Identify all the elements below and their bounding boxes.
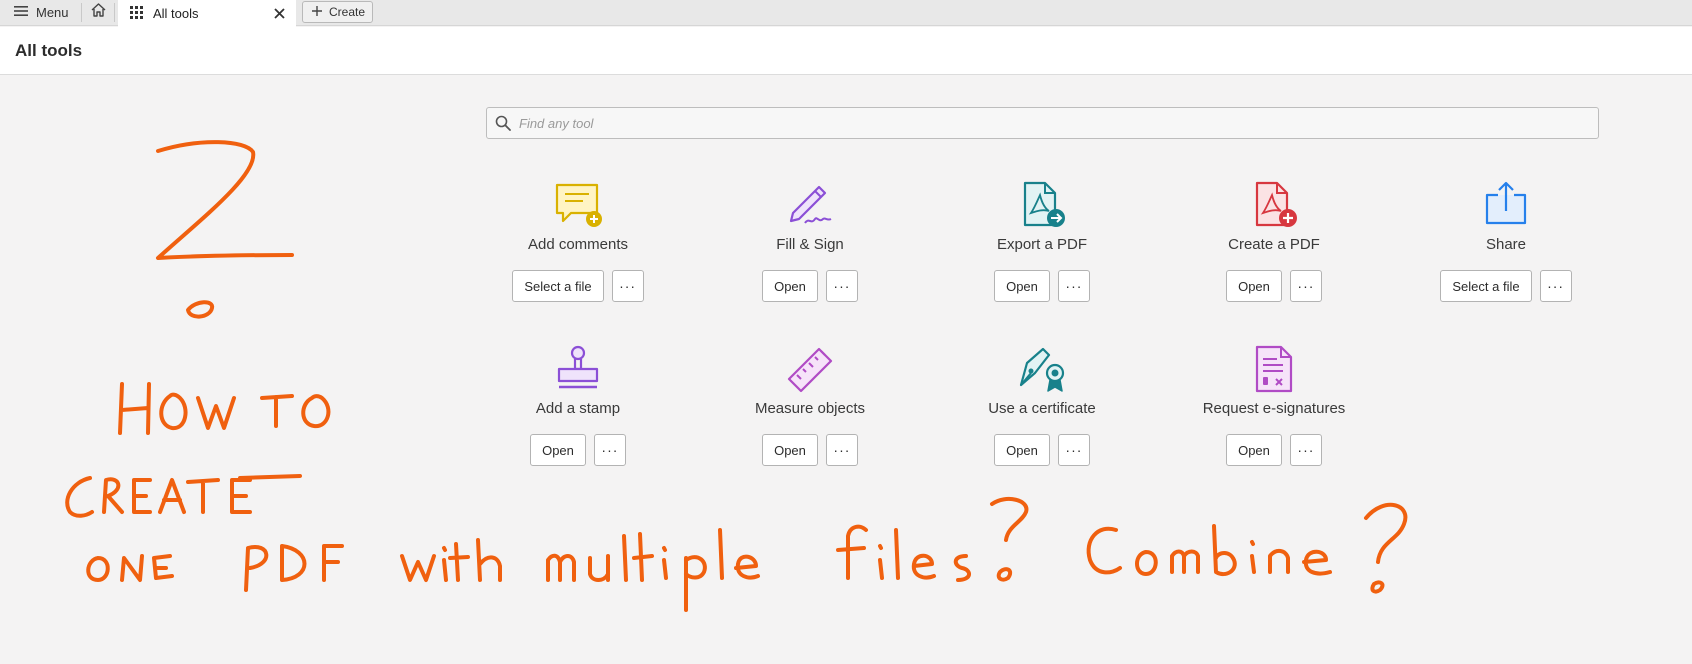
more-options-button[interactable]: ··· — [1289, 270, 1322, 302]
open-button[interactable]: Open — [1226, 434, 1282, 466]
tool-card-fill-sign: Fill & Sign Open ··· — [710, 180, 910, 330]
esign-request-icon[interactable] — [1249, 344, 1299, 394]
tool-name: Measure objects — [754, 400, 866, 417]
tool-name: Share — [1485, 236, 1527, 253]
page-title: All tools — [15, 41, 83, 60]
page-header: All tools — [0, 27, 1692, 75]
select-file-button[interactable]: Select a file — [1440, 270, 1532, 302]
open-button[interactable]: Open — [994, 434, 1050, 466]
tool-card-export-pdf: Export a PDF Open ··· — [942, 180, 1142, 330]
tab-all-tools[interactable]: All tools — [118, 0, 296, 27]
open-button[interactable]: Open — [994, 270, 1050, 302]
open-button[interactable]: Open — [762, 434, 818, 466]
plus-icon — [312, 5, 322, 19]
handwritten-annotation — [65, 140, 1408, 612]
tool-card-request-esignatures: Request e-signatures Open ··· — [1174, 344, 1374, 494]
select-file-button[interactable]: Select a file — [512, 270, 604, 302]
tool-card-measure-objects: Measure objects Open ··· — [710, 344, 910, 494]
search-input[interactable] — [519, 115, 1579, 131]
pen-sign-icon[interactable] — [785, 180, 835, 230]
tool-name: Add a stamp — [535, 400, 621, 417]
tool-card-add-comments: Add comments Select a file ··· — [478, 180, 678, 330]
hamburger-icon — [14, 5, 28, 20]
tool-name: Use a certificate — [988, 400, 1096, 417]
tool-card-create-pdf: Create a PDF Open ··· — [1174, 180, 1374, 330]
more-options-button[interactable]: ··· — [1539, 270, 1572, 302]
divider — [114, 3, 115, 22]
more-options-button[interactable]: ··· — [825, 434, 858, 466]
more-options-button[interactable]: ··· — [1289, 434, 1322, 466]
grid-icon — [130, 5, 143, 22]
open-button[interactable]: Open — [530, 434, 586, 466]
more-options-button[interactable]: ··· — [1057, 434, 1090, 466]
menu-button[interactable]: Menu — [6, 0, 77, 24]
open-button[interactable]: Open — [1226, 270, 1282, 302]
tool-name: Create a PDF — [1228, 236, 1320, 253]
home-icon — [90, 2, 107, 23]
share-icon[interactable] — [1481, 180, 1531, 230]
more-options-button[interactable]: ··· — [593, 434, 626, 466]
tool-name: Add comments — [527, 236, 629, 253]
certificate-pen-icon[interactable] — [1017, 344, 1067, 394]
create-label: Create — [329, 5, 366, 19]
tool-name: Export a PDF — [996, 236, 1088, 253]
open-button[interactable]: Open — [762, 270, 818, 302]
tool-card-share: Share Select a file ··· — [1406, 180, 1606, 330]
tool-name: Request e-signatures — [1202, 400, 1346, 417]
comment-add-icon[interactable] — [553, 180, 603, 230]
tab-label: All tools — [153, 6, 199, 21]
more-options-button[interactable]: ··· — [611, 270, 644, 302]
stamp-icon[interactable] — [553, 344, 603, 394]
ruler-icon[interactable] — [785, 344, 835, 394]
tool-card-add-stamp: Add a stamp Open ··· — [478, 344, 678, 494]
menu-label: Menu — [36, 4, 69, 20]
tool-search[interactable] — [486, 107, 1599, 139]
more-options-button[interactable]: ··· — [1057, 270, 1090, 302]
tool-name: Fill & Sign — [776, 236, 844, 253]
pdf-create-icon[interactable] — [1249, 180, 1299, 230]
home-button[interactable] — [86, 1, 110, 23]
more-options-button[interactable]: ··· — [825, 270, 858, 302]
create-tab-button[interactable]: Create — [302, 1, 373, 23]
search-icon — [487, 108, 519, 138]
divider — [81, 3, 82, 22]
tab-bar: Menu All tools Create — [0, 0, 1692, 27]
tool-card-use-certificate: Use a certificate Open ··· — [942, 344, 1142, 494]
close-icon[interactable] — [270, 4, 288, 22]
pdf-export-icon[interactable] — [1017, 180, 1067, 230]
